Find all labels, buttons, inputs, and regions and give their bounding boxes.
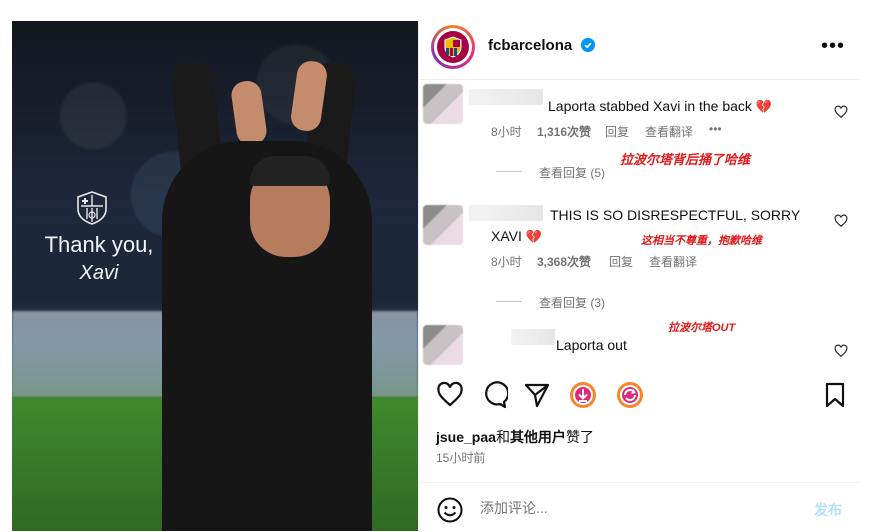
comment-text-line-2: XAVI 💔 (491, 228, 542, 244)
download-icon[interactable] (569, 381, 597, 409)
player-hair (250, 156, 330, 186)
comment-input[interactable] (480, 500, 780, 516)
commenter-name[interactable] (469, 89, 543, 105)
commenter-avatar[interactable] (423, 325, 463, 365)
comment-likes[interactable]: 3,368次赞 (537, 253, 591, 270)
comment-bar: 发布 (419, 482, 860, 532)
commenter-avatar[interactable] (423, 84, 463, 124)
likes-summary[interactable]: jsue_paa和其他用户赞了 (436, 427, 594, 447)
post-comment-button[interactable]: 发布 (814, 500, 842, 520)
annotation: 拉波尔塔OUT (668, 322, 736, 334)
username[interactable]: fcbarcelona (488, 37, 572, 54)
comment-time: 8小时 (491, 125, 522, 139)
emoji-icon[interactable] (437, 497, 463, 523)
comment-like-icon[interactable] (834, 105, 848, 119)
commenter-name[interactable] (511, 329, 555, 345)
heart-icon[interactable] (436, 381, 464, 409)
verified-badge-icon (581, 38, 595, 52)
more-options-button[interactable]: ••• (821, 35, 845, 58)
comment-time: 8小时 (491, 255, 522, 269)
comment-more-button[interactable]: ••• (709, 122, 722, 136)
club-logo-icon (444, 36, 462, 58)
comment-text: Laporta stabbed Xavi in the back 💔 (548, 98, 772, 114)
avatar[interactable] (431, 25, 475, 69)
comments-list: Laporta stabbed Xavi in the back 💔 8小时 1… (419, 79, 860, 369)
comment-text: Laporta out (556, 337, 627, 353)
post-time: 15小时前 (436, 451, 486, 465)
post-header: fcbarcelona ••• (419, 21, 860, 80)
reply-button[interactable]: 回复 (609, 253, 633, 270)
reply-button[interactable]: 回复 (605, 123, 629, 140)
post-actions (419, 374, 860, 418)
comment-like-icon[interactable] (834, 214, 848, 228)
annotation: 拉波尔塔背后捅了哈维 (620, 152, 751, 167)
annotation: 这相当不尊重，抱歉哈维 (641, 235, 762, 247)
comment-text-line-1: THIS IS SO DISRESPECTFUL, SORRY (550, 207, 801, 223)
replies-divider (496, 171, 522, 172)
commenter-avatar[interactable] (423, 205, 463, 245)
translate-button[interactable]: 查看翻译 (649, 253, 697, 270)
overlay-line-2: Xavi (79, 262, 119, 284)
post-image[interactable]: Thank you, Xavi (12, 21, 418, 531)
comment-icon[interactable] (480, 381, 508, 409)
post-side-panel: fcbarcelona ••• Laporta stabbed Xavi in … (418, 21, 860, 531)
share-icon[interactable] (523, 381, 551, 409)
overlay-line-1: Thank you, (44, 232, 154, 257)
translate-button[interactable]: 查看翻译 (645, 123, 693, 140)
view-replies-button[interactable]: 查看回复 (3) (539, 294, 605, 311)
image-overlay-text: Thank you, Xavi (34, 231, 164, 287)
view-replies-button[interactable]: 查看回复 (5) (539, 164, 605, 181)
commenter-name[interactable] (469, 205, 543, 221)
club-crest-icon (77, 191, 107, 225)
replies-divider (496, 301, 522, 302)
repost-icon[interactable] (616, 381, 644, 409)
comment-like-icon[interactable] (834, 344, 848, 358)
comment-likes[interactable]: 1,316次赞 (537, 123, 591, 140)
bookmark-icon[interactable] (821, 381, 849, 409)
